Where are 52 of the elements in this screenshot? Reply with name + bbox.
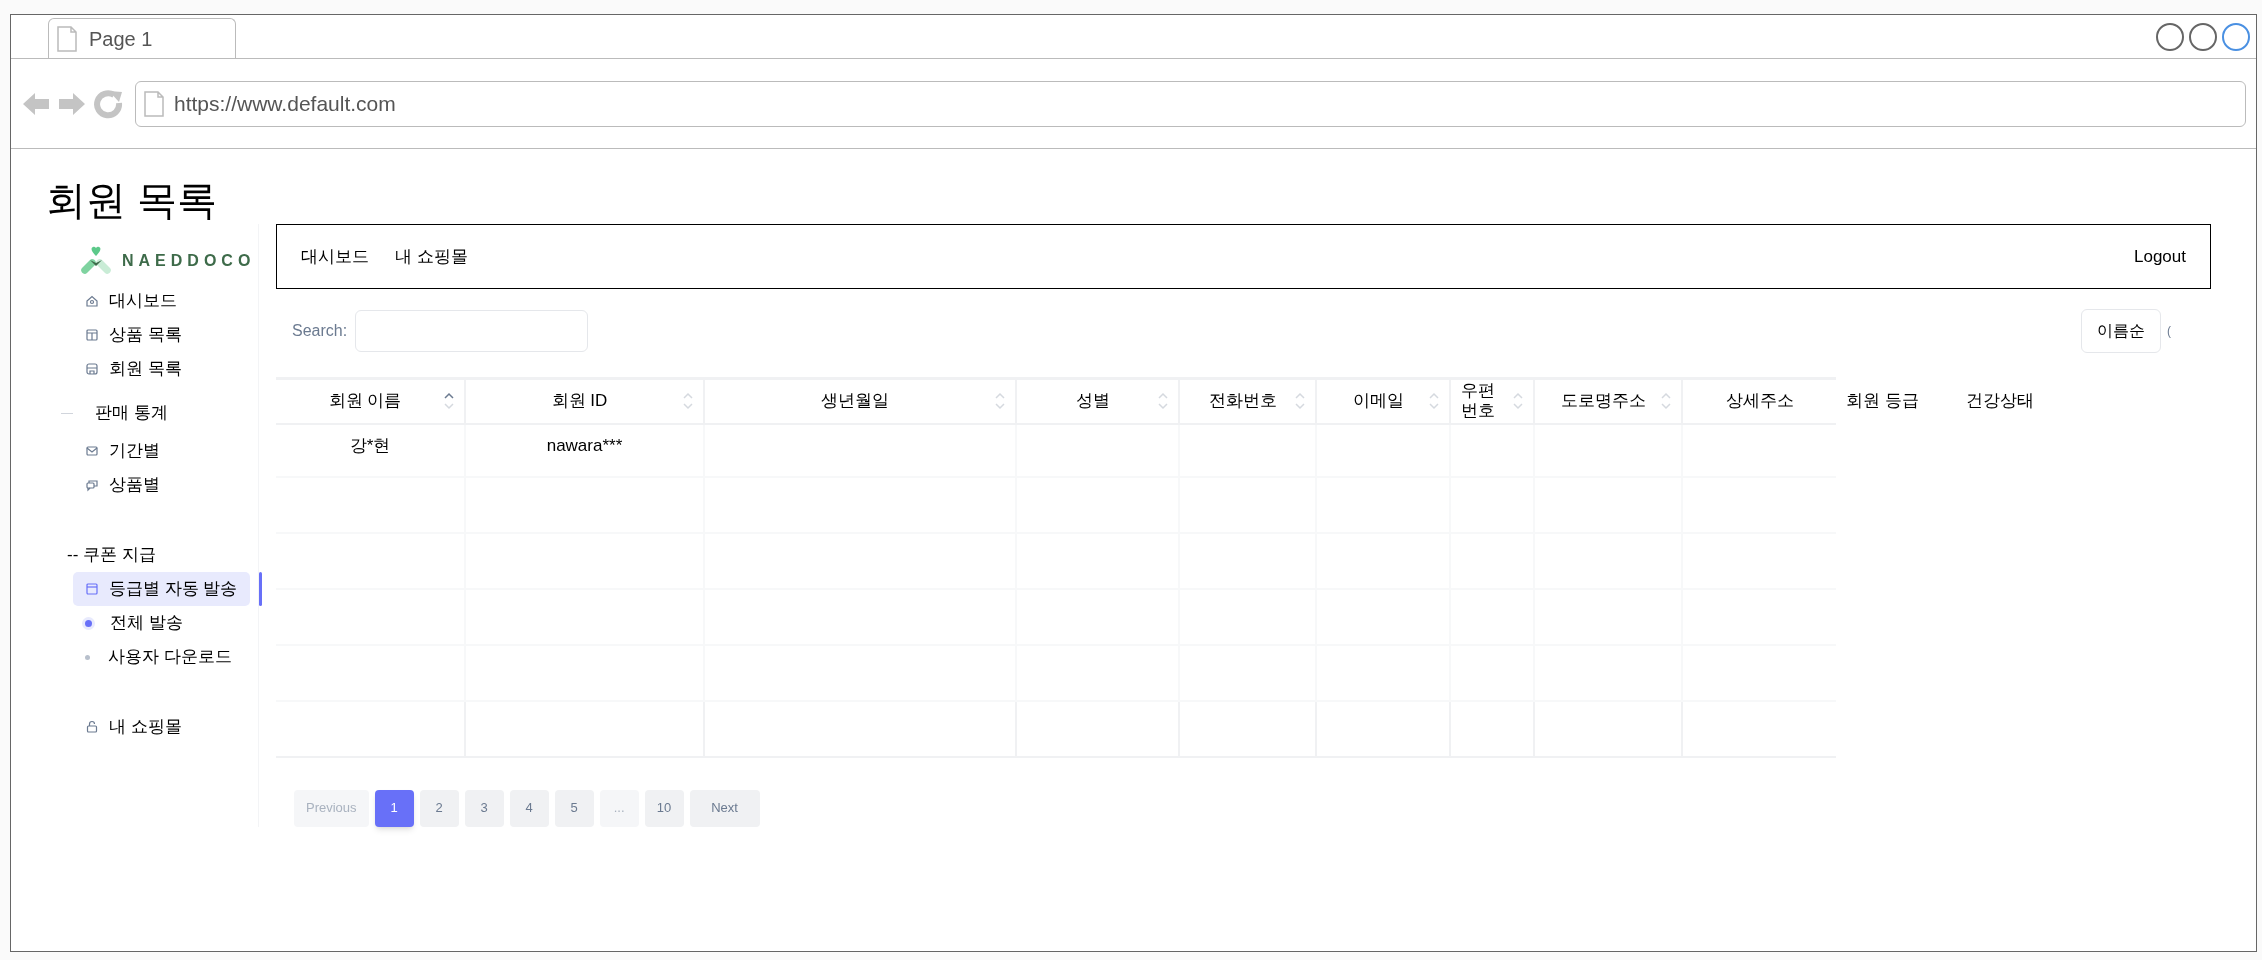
- logout-link[interactable]: Logout: [2134, 243, 2186, 270]
- table-cell-text: 강*현: [348, 434, 392, 457]
- dash-line: [61, 412, 73, 414]
- page-button[interactable]: 1: [374, 789, 414, 827]
- address-bar[interactable]: https://www.default.com: [135, 80, 2246, 127]
- page-button[interactable]: 10: [644, 789, 684, 827]
- store-icon: [85, 362, 99, 376]
- nav-link[interactable]: 대시보드: [301, 243, 369, 270]
- layout-icon: [85, 328, 99, 342]
- table-cell-text: nawara***: [545, 434, 624, 457]
- column-header[interactable]: 건강상태: [1966, 391, 2034, 411]
- lock-icon: [85, 720, 99, 734]
- reload-icon[interactable]: [93, 88, 123, 119]
- cut-off-text: (: [2167, 323, 2171, 340]
- sidebar-item[interactable]: 내 쇼핑몰: [73, 710, 258, 744]
- window-icon: [85, 582, 99, 596]
- url-text: https://www.default.com: [174, 90, 396, 117]
- window-control[interactable]: [2156, 23, 2184, 51]
- page-button[interactable]: 5: [554, 789, 594, 827]
- page-icon: [144, 90, 164, 117]
- window-control[interactable]: [2222, 23, 2250, 51]
- sort-icon[interactable]: [444, 392, 454, 411]
- logo-text: NAEDDOCO: [122, 251, 256, 271]
- house-icon: [85, 294, 99, 308]
- column-header[interactable]: 상세주소: [1725, 391, 1794, 412]
- ellipsis: ...: [599, 789, 639, 827]
- sidebar-item[interactable]: 상품 목록: [73, 318, 258, 352]
- section-heading: 판매 통계: [95, 402, 168, 425]
- search-field[interactable]: [355, 310, 589, 352]
- sidebar-item[interactable]: 사용자 다운로드: [85, 640, 258, 674]
- sort-button[interactable]: 이름순: [2081, 309, 2161, 353]
- page-icon: [57, 25, 77, 52]
- active-indicator: [259, 572, 262, 606]
- envelope-icon: [85, 444, 99, 458]
- search-label: Search:: [292, 321, 348, 341]
- page-button[interactable]: 2: [419, 789, 459, 827]
- sidebar-item[interactable]: 대시보드: [73, 284, 258, 318]
- chat-icon: [85, 478, 99, 492]
- logo-drawing: [78, 246, 114, 276]
- sidebar-item[interactable]: 상품별: [73, 468, 258, 502]
- column-header[interactable]: 회원 등급: [1846, 391, 1919, 411]
- sidebar-item[interactable]: 기간별: [73, 434, 258, 468]
- nav-link[interactable]: 내 쇼핑몰: [395, 243, 468, 270]
- browser-tab[interactable]: Page 1: [48, 18, 236, 58]
- sidebar-item[interactable]: 전체 발송: [85, 606, 258, 640]
- next-button[interactable]: Next: [689, 789, 760, 827]
- sidebar-item[interactable]: 회원 목록: [73, 352, 258, 386]
- page-button[interactable]: 4: [509, 789, 549, 827]
- window-control[interactable]: [2189, 23, 2217, 51]
- page-button[interactable]: 3: [464, 789, 504, 827]
- page-title: 회원 목록: [46, 177, 218, 224]
- section-heading: -- 쿠폰 지급: [66, 544, 157, 567]
